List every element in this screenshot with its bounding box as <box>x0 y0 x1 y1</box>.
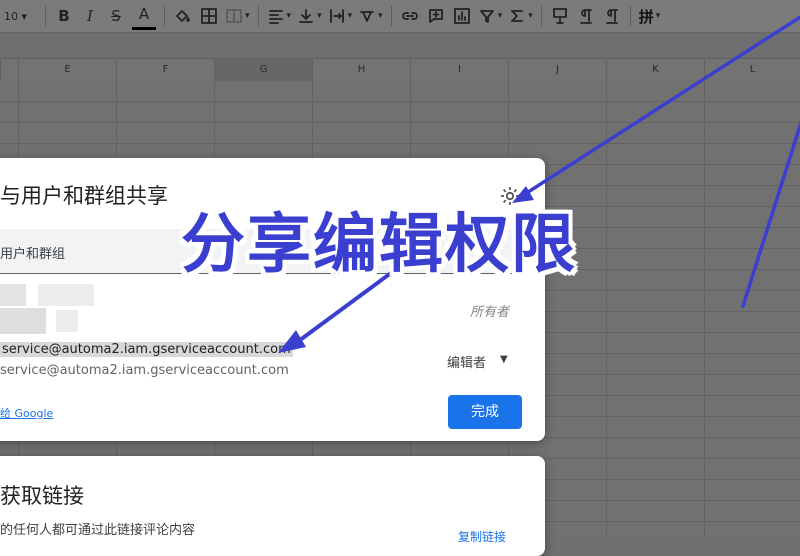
pinyin-input-button[interactable]: 拼 ▾ <box>639 4 661 28</box>
chevron-down-icon: ▾ <box>286 11 292 21</box>
chevron-down-icon: ▾ <box>317 11 322 21</box>
toolbar-divider <box>257 6 259 26</box>
chart-icon <box>453 8 470 24</box>
annotation-caption: 分享编辑权限 <box>181 208 577 282</box>
rtl-button[interactable] <box>602 4 622 28</box>
merge-cells-icon <box>226 9 242 23</box>
owner-detail-redacted <box>56 310 78 332</box>
chevron-down-icon: ▾ <box>497 11 503 21</box>
text-rotation-button[interactable]: ▾ <box>358 4 383 28</box>
horizontal-align-button[interactable]: ▾ <box>267 4 292 28</box>
grid-line <box>606 58 607 537</box>
text-wrap-icon <box>329 9 344 23</box>
get-link-dialog: 获取链接 的任何人都可通过此链接评论内容 复制链接 <box>0 456 545 556</box>
filter-button[interactable]: ▾ <box>478 4 503 28</box>
sigma-icon <box>511 10 524 22</box>
functions-button[interactable]: ▾ <box>508 4 533 28</box>
column-header-f[interactable]: F <box>116 59 214 81</box>
paragraph-ltr-icon <box>579 9 592 24</box>
owner-email-redacted <box>0 308 46 334</box>
strikethrough-button[interactable]: S <box>106 4 126 28</box>
toolbar-divider <box>164 6 165 26</box>
input-tools-icon <box>552 8 567 24</box>
add-people-placeholder: 用户和群组 <box>0 247 66 262</box>
link-access-description: 的任何人都可通过此链接评论内容 <box>0 523 196 538</box>
chevron-down-icon: ▾ <box>245 11 250 21</box>
toolbar-divider <box>629 6 631 26</box>
get-link-title: 获取链接 <box>0 484 84 508</box>
google-feedback-link[interactable]: 给 Google <box>0 405 53 421</box>
ltr-button[interactable] <box>576 4 596 28</box>
merge-cells-button[interactable]: ▾ <box>225 4 250 28</box>
chevron-down-icon[interactable]: ▼ <box>500 354 508 365</box>
vertical-align-bottom-icon <box>299 9 313 23</box>
comment-add-icon <box>428 9 443 23</box>
pinyin-label: 拼 <box>638 7 654 26</box>
column-header-i[interactable]: I <box>410 59 508 81</box>
avatar <box>0 284 26 306</box>
insert-link-button[interactable] <box>400 4 420 28</box>
italic-button[interactable]: I <box>80 4 100 28</box>
borders-button[interactable] <box>199 4 219 28</box>
font-size-select[interactable]: 10 ▾ <box>0 10 40 23</box>
column-header-l[interactable]: L <box>704 59 800 81</box>
column-header-row: E F G H I J K L <box>0 58 800 82</box>
borders-icon <box>201 8 217 24</box>
bold-button[interactable]: B <box>54 4 74 28</box>
align-left-icon <box>268 10 283 24</box>
filter-icon <box>479 10 494 23</box>
text-wrap-button[interactable]: ▾ <box>328 4 353 28</box>
service-account-email: service@automa2.iam.gserviceaccount.com <box>0 363 289 378</box>
paint-bucket-icon <box>176 10 190 22</box>
text-rotation-icon <box>360 11 375 22</box>
toolbar-divider <box>45 6 46 26</box>
paragraph-rtl-icon <box>605 9 618 24</box>
link-icon <box>401 12 418 20</box>
chevron-down-icon: ▾ <box>378 11 383 21</box>
chevron-down-icon: ▾ <box>347 11 353 21</box>
vertical-align-button[interactable]: ▾ <box>297 4 322 28</box>
font-size-value: 10 <box>4 9 18 23</box>
toolbar-divider <box>540 6 542 26</box>
column-header-edge <box>0 59 18 81</box>
column-header-h[interactable]: H <box>312 59 410 81</box>
owner-role-label: 所有者 <box>470 305 510 320</box>
column-header-e[interactable]: E <box>18 59 116 81</box>
grid-line <box>704 58 705 537</box>
insert-chart-button[interactable] <box>452 4 472 28</box>
column-header-j[interactable]: J <box>508 59 606 81</box>
chevron-down-icon: ▾ <box>655 11 661 21</box>
formatting-toolbar: 10 ▾ B I S A ▾ ▾ ▾ ▾ ▾ ▾ ▾ 拼 ▾ <box>0 0 800 33</box>
text-color-button[interactable]: A <box>132 3 156 30</box>
column-header-g[interactable]: G <box>214 59 312 81</box>
insert-comment-button[interactable] <box>426 4 446 28</box>
role-select[interactable]: 编辑者 <box>447 352 486 371</box>
input-tools-button[interactable] <box>550 4 570 28</box>
chevron-down-icon: ▾ <box>21 9 28 23</box>
owner-name-redacted <box>38 284 94 306</box>
toolbar-divider <box>390 6 392 26</box>
share-dialog-title: 与用户和群组共享 <box>0 184 168 208</box>
done-button[interactable]: 完成 <box>448 395 522 429</box>
service-account-email-highlighted: service@automa2.iam.gserviceaccount.com <box>0 342 293 357</box>
chevron-down-icon: ▾ <box>528 11 533 21</box>
column-header-k[interactable]: K <box>606 59 704 81</box>
fill-color-button[interactable] <box>173 4 193 28</box>
